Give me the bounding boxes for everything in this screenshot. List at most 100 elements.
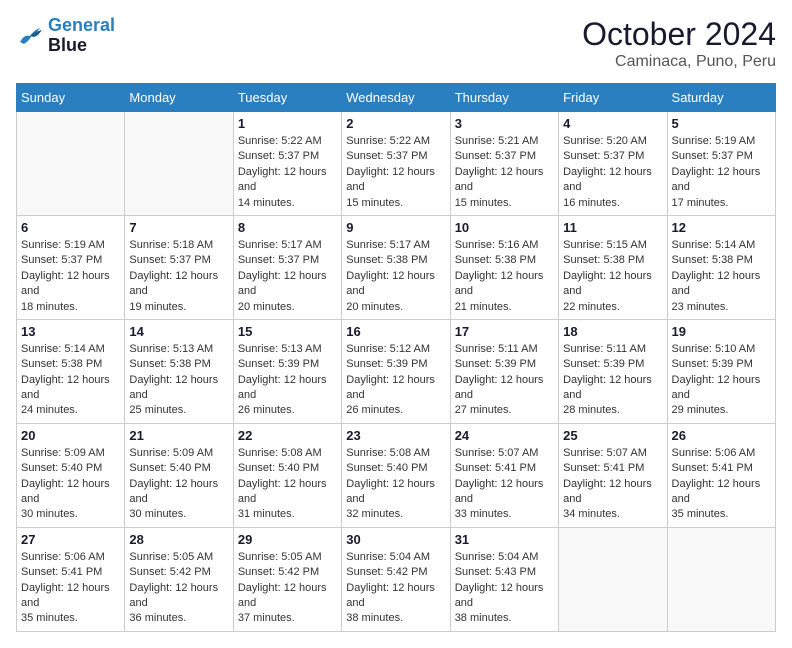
- calendar-cell: 2 Sunrise: 5:22 AMSunset: 5:37 PMDaylight…: [342, 112, 450, 216]
- calendar-cell: 10 Sunrise: 5:16 AMSunset: 5:38 PMDayligh…: [450, 215, 558, 319]
- calendar-cell: 6Sunrise: 5:19 AMSunset: 5:37 PMDaylight…: [17, 215, 125, 319]
- calendar-cell: 13 Sunrise: 5:14 AMSunset: 5:38 PMDayligh…: [17, 319, 125, 423]
- day-number: 29: [238, 532, 337, 547]
- calendar-row: 13 Sunrise: 5:14 AMSunset: 5:38 PMDayligh…: [17, 319, 776, 423]
- calendar-cell: 25Sunrise: 5:07 AMSunset: 5:41 PMDayligh…: [559, 423, 667, 527]
- calendar-cell: [667, 527, 775, 631]
- day-info: Sunrise: 5:11 AMSunset: 5:39 PMDaylight:…: [563, 342, 662, 419]
- calendar-cell: 31 Sunrise: 5:04 AMSunset: 5:43 PMDayligh…: [450, 527, 558, 631]
- day-number: 11: [563, 220, 662, 235]
- day-number: 22: [238, 428, 337, 443]
- calendar-cell: 28Sunrise: 5:05 AMSunset: 5:42 PMDayligh…: [125, 527, 233, 631]
- calendar-cell: 30 Sunrise: 5:04 AMSunset: 5:42 PMDayligh…: [342, 527, 450, 631]
- calendar-cell: 8Sunrise: 5:17 AMSunset: 5:37 PMDaylight…: [233, 215, 341, 319]
- calendar-cell: 23 Sunrise: 5:08 AMSunset: 5:40 PMDayligh…: [342, 423, 450, 527]
- day-info: Sunrise: 5:04 AMSunset: 5:43 PMDaylight:…: [455, 550, 554, 627]
- logo-icon: [16, 24, 44, 48]
- calendar-cell: 17 Sunrise: 5:11 AMSunset: 5:39 PMDayligh…: [450, 319, 558, 423]
- calendar-row: 6Sunrise: 5:19 AMSunset: 5:37 PMDaylight…: [17, 215, 776, 319]
- day-info: Sunrise: 5:08 AMSunset: 5:40 PMDaylight:…: [346, 446, 445, 523]
- day-number: 19: [672, 324, 771, 339]
- day-number: 5: [672, 116, 771, 131]
- calendar-row: 20 Sunrise: 5:09 AMSunset: 5:40 PMDayligh…: [17, 423, 776, 527]
- calendar-cell: 22 Sunrise: 5:08 AMSunset: 5:40 PMDayligh…: [233, 423, 341, 527]
- weekday-header: Wednesday: [342, 84, 450, 112]
- day-info: Sunrise: 5:08 AMSunset: 5:40 PMDaylight:…: [238, 446, 337, 523]
- calendar-cell: 21 Sunrise: 5:09 AMSunset: 5:40 PMDayligh…: [125, 423, 233, 527]
- logo: General Blue: [16, 16, 115, 56]
- calendar-cell: 19 Sunrise: 5:10 AMSunset: 5:39 PMDayligh…: [667, 319, 775, 423]
- day-info: Sunrise: 5:22 AMSunset: 5:37 PMDaylight:…: [238, 134, 337, 211]
- day-info: Sunrise: 5:22 AMSunset: 5:37 PMDaylight:…: [346, 134, 445, 211]
- calendar-cell: 5 Sunrise: 5:19 AMSunset: 5:37 PMDaylight…: [667, 112, 775, 216]
- calendar-cell: 3 Sunrise: 5:21 AMSunset: 5:37 PMDaylight…: [450, 112, 558, 216]
- day-info: Sunrise: 5:11 AMSunset: 5:39 PMDaylight:…: [455, 342, 554, 419]
- day-info: Sunrise: 5:18 AMSunset: 5:37 PMDaylight:…: [129, 238, 228, 315]
- day-number: 28: [129, 532, 228, 547]
- day-number: 4: [563, 116, 662, 131]
- logo-line2: Blue: [48, 35, 87, 55]
- calendar-cell: 14 Sunrise: 5:13 AMSunset: 5:38 PMDayligh…: [125, 319, 233, 423]
- day-number: 7: [129, 220, 228, 235]
- calendar-cell: 7 Sunrise: 5:18 AMSunset: 5:37 PMDaylight…: [125, 215, 233, 319]
- day-number: 30: [346, 532, 445, 547]
- page-header: General Blue October 2024 Caminaca, Puno…: [16, 16, 776, 71]
- calendar-cell: 27Sunrise: 5:06 AMSunset: 5:41 PMDayligh…: [17, 527, 125, 631]
- day-number: 24: [455, 428, 554, 443]
- day-number: 12: [672, 220, 771, 235]
- day-info: Sunrise: 5:12 AMSunset: 5:39 PMDaylight:…: [346, 342, 445, 419]
- calendar-cell: 26Sunrise: 5:06 AMSunset: 5:41 PMDayligh…: [667, 423, 775, 527]
- calendar-cell: 29 Sunrise: 5:05 AMSunset: 5:42 PMDayligh…: [233, 527, 341, 631]
- day-info: Sunrise: 5:16 AMSunset: 5:38 PMDaylight:…: [455, 238, 554, 315]
- location-subtitle: Caminaca, Puno, Peru: [582, 53, 776, 71]
- day-info: Sunrise: 5:04 AMSunset: 5:42 PMDaylight:…: [346, 550, 445, 627]
- weekday-header: Saturday: [667, 84, 775, 112]
- day-info: Sunrise: 5:19 AMSunset: 5:37 PMDaylight:…: [672, 134, 771, 211]
- weekday-header: Thursday: [450, 84, 558, 112]
- logo-line1: General: [48, 15, 115, 35]
- weekday-header: Sunday: [17, 84, 125, 112]
- day-number: 1: [238, 116, 337, 131]
- calendar-cell: 9Sunrise: 5:17 AMSunset: 5:38 PMDaylight…: [342, 215, 450, 319]
- weekday-header: Monday: [125, 84, 233, 112]
- weekday-header: Friday: [559, 84, 667, 112]
- day-number: 9: [346, 220, 445, 235]
- day-number: 31: [455, 532, 554, 547]
- title-section: October 2024 Caminaca, Puno, Peru: [582, 16, 776, 71]
- day-number: 21: [129, 428, 228, 443]
- day-number: 23: [346, 428, 445, 443]
- day-number: 3: [455, 116, 554, 131]
- logo-text: General Blue: [48, 16, 115, 56]
- calendar-row: 1 Sunrise: 5:22 AMSunset: 5:37 PMDaylight…: [17, 112, 776, 216]
- day-number: 2: [346, 116, 445, 131]
- calendar-cell: 18Sunrise: 5:11 AMSunset: 5:39 PMDayligh…: [559, 319, 667, 423]
- calendar-cell: 20 Sunrise: 5:09 AMSunset: 5:40 PMDayligh…: [17, 423, 125, 527]
- weekday-header-row: SundayMondayTuesdayWednesdayThursdayFrid…: [17, 84, 776, 112]
- day-number: 14: [129, 324, 228, 339]
- calendar-cell: 1 Sunrise: 5:22 AMSunset: 5:37 PMDaylight…: [233, 112, 341, 216]
- calendar-cell: [125, 112, 233, 216]
- day-number: 17: [455, 324, 554, 339]
- day-info: Sunrise: 5:14 AMSunset: 5:38 PMDaylight:…: [672, 238, 771, 315]
- day-info: Sunrise: 5:09 AMSunset: 5:40 PMDaylight:…: [21, 446, 120, 523]
- day-info: Sunrise: 5:21 AMSunset: 5:37 PMDaylight:…: [455, 134, 554, 211]
- day-info: Sunrise: 5:07 AMSunset: 5:41 PMDaylight:…: [455, 446, 554, 523]
- day-number: 25: [563, 428, 662, 443]
- day-number: 16: [346, 324, 445, 339]
- day-number: 13: [21, 324, 120, 339]
- calendar-cell: 24 Sunrise: 5:07 AMSunset: 5:41 PMDayligh…: [450, 423, 558, 527]
- day-info: Sunrise: 5:06 AMSunset: 5:41 PMDaylight:…: [672, 446, 771, 523]
- calendar-cell: 11Sunrise: 5:15 AMSunset: 5:38 PMDayligh…: [559, 215, 667, 319]
- day-number: 20: [21, 428, 120, 443]
- calendar-cell: 4Sunrise: 5:20 AMSunset: 5:37 PMDaylight…: [559, 112, 667, 216]
- day-info: Sunrise: 5:14 AMSunset: 5:38 PMDaylight:…: [21, 342, 120, 419]
- day-info: Sunrise: 5:10 AMSunset: 5:39 PMDaylight:…: [672, 342, 771, 419]
- day-info: Sunrise: 5:05 AMSunset: 5:42 PMDaylight:…: [238, 550, 337, 627]
- calendar-table: SundayMondayTuesdayWednesdayThursdayFrid…: [16, 83, 776, 632]
- day-info: Sunrise: 5:13 AMSunset: 5:38 PMDaylight:…: [129, 342, 228, 419]
- day-number: 15: [238, 324, 337, 339]
- day-number: 6: [21, 220, 120, 235]
- day-info: Sunrise: 5:09 AMSunset: 5:40 PMDaylight:…: [129, 446, 228, 523]
- day-number: 10: [455, 220, 554, 235]
- calendar-row: 27Sunrise: 5:06 AMSunset: 5:41 PMDayligh…: [17, 527, 776, 631]
